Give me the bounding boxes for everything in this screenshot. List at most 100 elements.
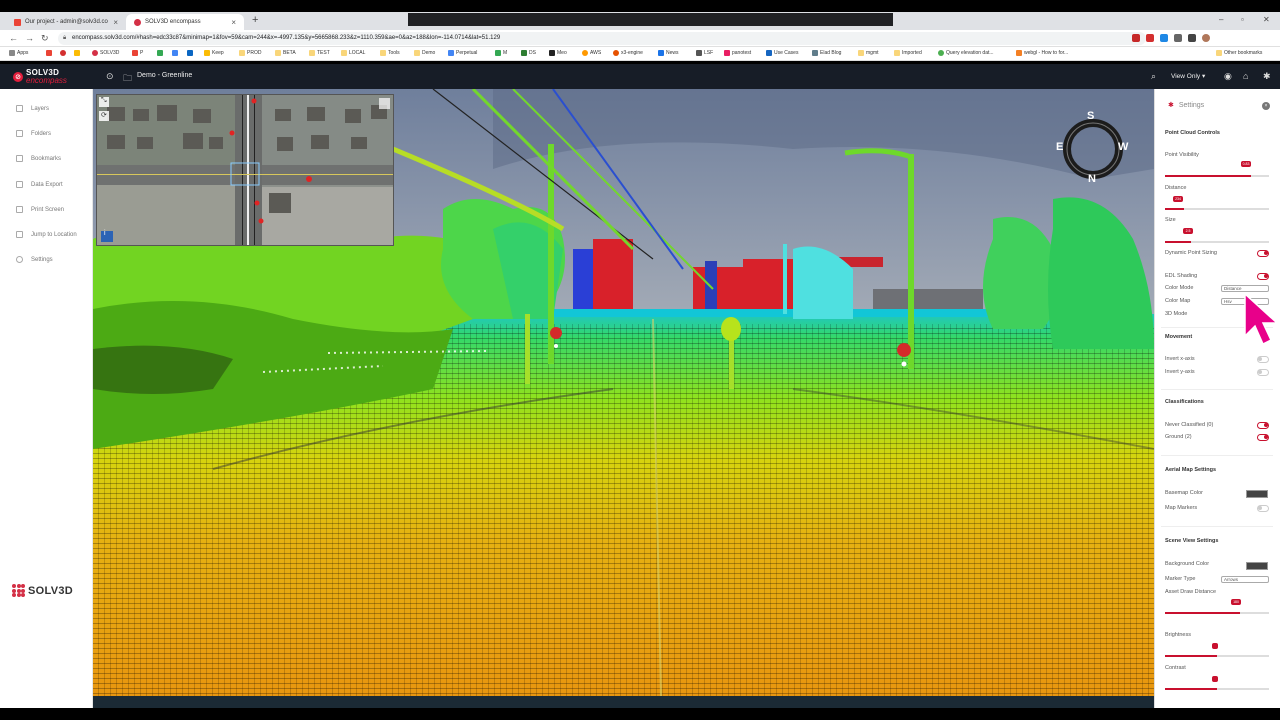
extension-icon[interactable] xyxy=(1188,34,1196,42)
back-icon[interactable]: ← xyxy=(9,33,18,43)
extension-icon[interactable] xyxy=(1132,34,1140,42)
slider-knob[interactable]: 2.5 xyxy=(1183,228,1193,234)
bookmark-item[interactable]: Meo xyxy=(549,50,567,56)
bookmark-item[interactable]: LOCAL xyxy=(341,50,365,56)
extension-icon[interactable] xyxy=(1160,34,1168,42)
minimap[interactable]: ⤡ ⟳ i xyxy=(96,94,394,246)
maximize-icon[interactable]: ▫ xyxy=(1241,15,1244,24)
bookmark-item[interactable]: Use Cases xyxy=(766,50,798,56)
tab-encompass[interactable]: SOLV3D encompass × xyxy=(126,14,244,30)
point-visibility-slider[interactable]: 0.83 xyxy=(1165,161,1269,177)
info-icon[interactable]: i xyxy=(104,230,106,237)
map-markers-toggle[interactable] xyxy=(1257,505,1269,512)
forward-icon[interactable]: → xyxy=(25,33,34,43)
marker-type-select[interactable]: Arrows xyxy=(1221,576,1269,583)
bookmark-item[interactable]: TEST xyxy=(309,50,330,56)
close-icon[interactable]: × xyxy=(113,18,118,27)
bookmark-item[interactable]: Keep xyxy=(204,50,224,56)
url-text: encompass.solv3d.com/#hash=edc33c87&mini… xyxy=(72,35,501,41)
profile-avatar[interactable] xyxy=(1202,34,1210,42)
brand-logo[interactable]: ⊘ SOLV3D encompass xyxy=(13,69,67,85)
movement-heading: Movement xyxy=(1165,334,1193,340)
view-mode-dropdown[interactable]: View Only ▾ xyxy=(1171,72,1205,80)
slider-knob[interactable] xyxy=(1212,676,1218,682)
rotate-icon[interactable]: ⟳ xyxy=(101,111,107,119)
basemap-color-swatch[interactable] xyxy=(1246,490,1268,498)
home-icon[interactable]: ⌂ xyxy=(1243,71,1248,81)
puzzle-icon[interactable] xyxy=(1174,34,1182,42)
bookmark-item[interactable]: webgl - How to for... xyxy=(1016,50,1068,56)
slider-knob[interactable]: 234 xyxy=(1173,196,1183,202)
never-classified-toggle[interactable] xyxy=(1257,422,1269,429)
bookmark-item[interactable]: P xyxy=(132,50,143,56)
bookmark-item[interactable] xyxy=(172,50,178,56)
lock-icon: 🔒︎ xyxy=(63,35,67,41)
bookmark-item[interactable]: M xyxy=(495,50,507,56)
ground-toggle[interactable] xyxy=(1257,434,1269,441)
bookmark-item[interactable]: Query elevation dat... xyxy=(938,50,994,56)
bookmark-item[interactable]: Elad Blog xyxy=(812,50,841,56)
new-tab-icon[interactable]: + xyxy=(252,14,258,26)
bookmark-item[interactable]: LSF xyxy=(696,50,713,56)
size-slider[interactable]: 2.5 xyxy=(1165,228,1269,243)
tab-gmail[interactable]: Our project - admin@solv3d.co × xyxy=(6,14,126,30)
reload-icon[interactable]: ↻ xyxy=(41,33,49,44)
close-window-icon[interactable]: ✕ xyxy=(1263,15,1270,24)
bookmark-item[interactable]: Tools xyxy=(380,50,400,56)
slider-knob[interactable]: 0.83 xyxy=(1241,161,1251,167)
expand-icon[interactable]: ⤡ xyxy=(101,97,107,105)
bookmark-item[interactable]: DS xyxy=(521,50,536,56)
distance-slider[interactable]: 234 xyxy=(1165,196,1269,210)
sidebar-item-print-screen[interactable]: Print Screen xyxy=(16,206,64,213)
bookmark-item[interactable]: AWS xyxy=(582,50,601,56)
invert-y-toggle[interactable] xyxy=(1257,369,1269,376)
bookmark-item[interactable] xyxy=(46,50,52,56)
bookmark-item[interactable]: Imported xyxy=(894,50,922,56)
edl-shading-toggle[interactable] xyxy=(1257,273,1269,280)
sidebar-item-settings[interactable]: Settings xyxy=(16,256,53,263)
dynamic-point-sizing-toggle[interactable] xyxy=(1257,250,1269,257)
bookmark-item[interactable] xyxy=(187,50,193,56)
sidebar-item-layers[interactable]: Layers xyxy=(16,105,49,112)
sidebar-item-bookmarks[interactable]: Bookmarks xyxy=(16,155,61,162)
bookmark-item[interactable]: panotest xyxy=(724,50,751,56)
bookmark-item[interactable]: PROD xyxy=(239,50,261,56)
marker-type-label: Marker Type xyxy=(1165,576,1196,582)
close-icon[interactable]: × xyxy=(1262,102,1270,110)
bookmark-item[interactable]: Demo xyxy=(414,50,435,56)
sidebar-item-jump-to-location[interactable]: Jump to Location xyxy=(16,231,77,238)
folder-icon[interactable]: 🗀︎ xyxy=(123,71,132,87)
bookmark-item[interactable]: Other bookmarks xyxy=(1216,50,1262,56)
bookmark-item[interactable] xyxy=(60,50,66,56)
gear-icon[interactable]: ✱ xyxy=(1263,71,1271,82)
url-input[interactable]: 🔒︎ encompass.solv3d.com/#hash=edc33c87&m… xyxy=(58,32,1146,45)
3d-mode-label: 3D Mode xyxy=(1165,311,1188,317)
left-sidebar: Layers Folders Bookmarks Data Export Pri… xyxy=(0,89,93,708)
bookmark-item[interactable]: Apps xyxy=(9,50,28,56)
contrast-slider[interactable] xyxy=(1165,676,1269,690)
slider-knob[interactable]: 180 xyxy=(1231,599,1241,605)
home-circle-icon[interactable]: ⊙ xyxy=(106,71,114,82)
asset-draw-distance-slider[interactable]: 180 xyxy=(1165,599,1269,614)
bookmark-item[interactable]: BETA xyxy=(275,50,296,56)
invert-x-toggle[interactable] xyxy=(1257,356,1269,363)
search-icon[interactable]: ⌕ xyxy=(1151,71,1156,82)
sidebar-item-folders[interactable]: Folders xyxy=(16,130,51,137)
bookmark-item[interactable] xyxy=(157,50,163,56)
sidebar-item-data-export[interactable]: Data Export xyxy=(16,181,63,188)
brightness-slider[interactable] xyxy=(1165,643,1269,657)
minimize-icon[interactable]: – xyxy=(1219,15,1223,24)
background-color-swatch[interactable] xyxy=(1246,562,1268,570)
close-icon[interactable]: × xyxy=(231,18,236,27)
user-icon[interactable]: ◉ xyxy=(1224,71,1232,82)
bookmark-item[interactable]: SOLV3D xyxy=(92,50,119,56)
bookmark-item[interactable]: mgmt xyxy=(858,50,879,56)
extension-icon[interactable] xyxy=(1146,34,1154,42)
bookmark-item[interactable]: News xyxy=(658,50,679,56)
bookmark-item[interactable]: Perpetual xyxy=(448,50,477,56)
compass[interactable]: S E W N xyxy=(1056,110,1128,185)
bookmark-item[interactable]: x3-engine xyxy=(613,50,643,56)
slider-knob[interactable] xyxy=(1212,643,1218,649)
color-mode-select[interactable]: Distance xyxy=(1221,285,1269,292)
bookmark-item[interactable] xyxy=(74,50,80,56)
